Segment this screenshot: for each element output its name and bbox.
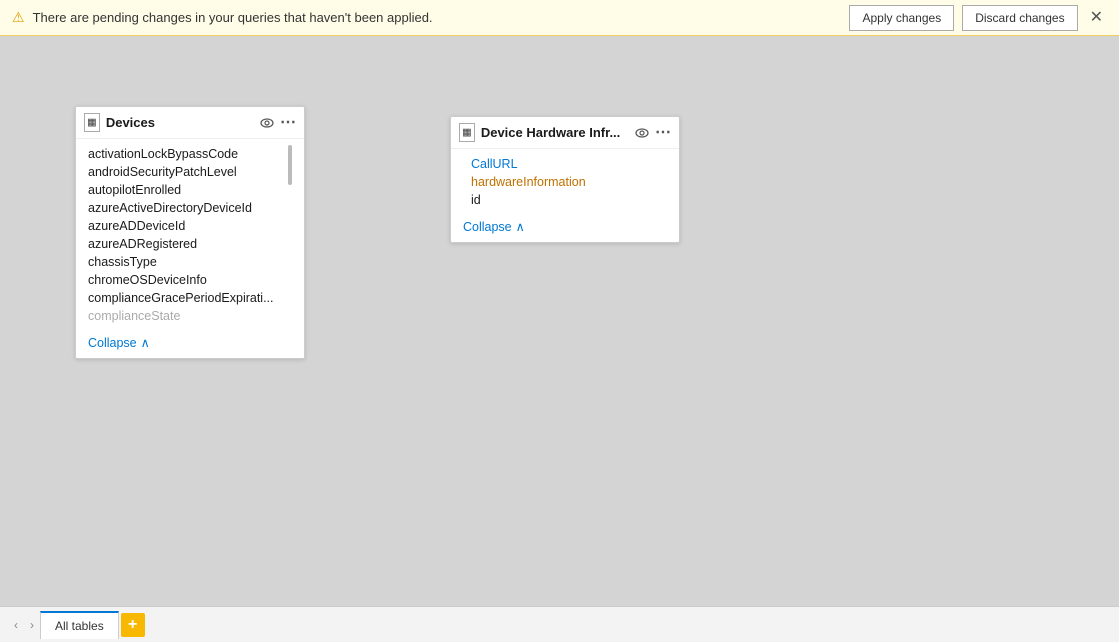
field-chassisType: chassisType xyxy=(76,253,304,271)
hardware-collapse-button[interactable]: Collapse ∧ xyxy=(451,215,679,242)
warning-icon: ⚠ xyxy=(12,9,25,26)
hardware-field-list: CallURL hardwareInformation id xyxy=(451,149,679,215)
apply-changes-button[interactable]: Apply changes xyxy=(849,5,954,31)
field-chromeOSDeviceInfo: chromeOSDeviceInfo xyxy=(76,271,304,289)
canvas-area: ▦ Devices ⋯ activationLockBypassCode and… xyxy=(0,36,1119,606)
hardware-table-icon: ▦ xyxy=(459,123,475,142)
field-autopilotEnrolled: autopilotEnrolled xyxy=(76,181,304,199)
hardware-table-title: Device Hardware Infr... xyxy=(481,125,629,140)
devices-table-card: ▦ Devices ⋯ activationLockBypassCode and… xyxy=(75,106,305,359)
devices-table-title: Devices xyxy=(106,115,254,130)
field-azureADRegistered: azureADRegistered xyxy=(76,235,304,253)
field-azureActiveDirectoryDeviceId: azureActiveDirectoryDeviceId xyxy=(76,199,304,217)
add-tab-button[interactable]: + xyxy=(121,613,145,637)
devices-more-button[interactable]: ⋯ xyxy=(280,115,296,131)
hardware-collapse-icon: ∧ xyxy=(516,219,525,234)
devices-header-icons: ⋯ xyxy=(260,115,296,131)
devices-collapse-icon: ∧ xyxy=(141,335,150,350)
notification-bar: ⚠ There are pending changes in your quer… xyxy=(0,0,1119,36)
field-azureADDeviceId: azureADDeviceId xyxy=(76,217,304,235)
field-activationLockBypassCode: activationLockBypassCode xyxy=(76,145,304,163)
field-complianceState: complianceState xyxy=(76,307,304,325)
hardware-collapse-label: Collapse xyxy=(463,220,512,234)
prev-tab-button[interactable]: ‹ xyxy=(8,614,24,636)
bottom-bar: ‹ › All tables + xyxy=(0,606,1119,642)
devices-collapse-label: Collapse xyxy=(88,336,137,350)
hardware-eye-button[interactable] xyxy=(635,126,649,140)
discard-changes-button[interactable]: Discard changes xyxy=(962,5,1077,31)
field-id: id xyxy=(451,191,679,209)
all-tables-tab[interactable]: All tables xyxy=(40,611,119,639)
field-androidSecurityPatchLevel: androidSecurityPatchLevel xyxy=(76,163,304,181)
hardware-card-header: ▦ Device Hardware Infr... ⋯ xyxy=(451,117,679,149)
field-complianceGracePeriod: complianceGracePeriodExpirati... xyxy=(76,289,304,307)
field-CallURL: CallURL xyxy=(451,155,679,173)
close-notification-button[interactable]: ✕ xyxy=(1086,10,1107,26)
devices-table-icon: ▦ xyxy=(84,113,100,132)
devices-field-list: activationLockBypassCode androidSecurity… xyxy=(76,139,304,331)
hardware-header-icons: ⋯ xyxy=(635,125,671,141)
hardware-more-button[interactable]: ⋯ xyxy=(655,125,671,141)
next-tab-button[interactable]: › xyxy=(24,614,40,636)
devices-eye-button[interactable] xyxy=(260,116,274,130)
field-hardwareInformation: hardwareInformation xyxy=(451,173,679,191)
devices-collapse-button[interactable]: Collapse ∧ xyxy=(76,331,304,358)
notification-message: There are pending changes in your querie… xyxy=(33,10,842,25)
devices-card-header: ▦ Devices ⋯ xyxy=(76,107,304,139)
hardware-table-card: ▦ Device Hardware Infr... ⋯ CallURL hard… xyxy=(450,116,680,243)
